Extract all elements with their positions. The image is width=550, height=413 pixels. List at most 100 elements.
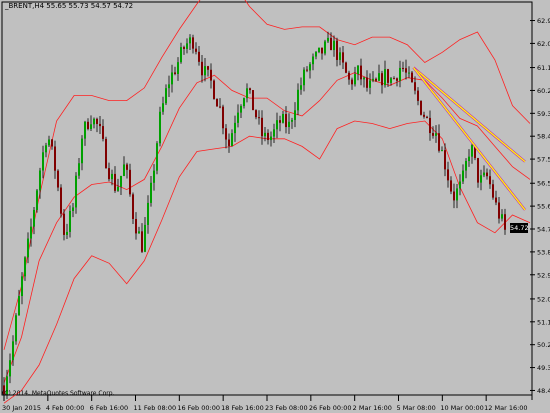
candle-body [21,276,23,297]
candle-body [111,173,113,180]
chart-header: _BRENT,H4 55.65 55.73 54.57 54.72 [5,2,133,10]
candle-body [255,110,257,118]
chart-window[interactable]: 62.95 62.05 61.10 60.20 59.30 58.40 57.50 56.55… [0,0,550,413]
candle-body [102,126,104,139]
candle-body [441,150,443,152]
candle-body [243,98,245,107]
candle-body [459,181,461,189]
candle-body [150,182,152,203]
price-tick-label: 48.40 [537,387,550,395]
plot-frame [1,1,533,396]
candle-body [435,133,437,136]
candle-body [87,121,89,129]
candle-body [63,213,65,235]
candle-body [192,37,194,49]
bollinger-middle [3,72,531,383]
candle-body [378,73,380,81]
time-tick-label: 10 Mar 00:00 [440,404,483,412]
candle-body [330,37,332,51]
candle-body [126,164,128,170]
candle-body [465,161,467,171]
candle-body [357,65,359,75]
time-tick-label: 11 Feb 08:00 [134,404,177,412]
candle-body [270,136,272,141]
candle-body [219,106,221,108]
candle-body [96,118,98,124]
candle-body [285,114,287,128]
candle-body [381,73,383,86]
bollinger-bands [3,0,531,404]
candle-body [207,66,209,70]
time-tick-label: 2 Mar 16:00 [353,404,392,412]
candle-body [138,231,140,234]
candle-body [453,191,455,201]
candle-body [9,360,11,377]
candle-body [312,56,314,65]
candle-body [135,218,137,234]
price-tick-label: 62.95 [537,17,550,25]
candle-body [447,169,449,181]
candle-body [462,170,464,182]
time-scale: 30 Jan 2015 4 Feb 00:00 6 Feb 16:00 11 Feb … [2,395,528,412]
candle-body [120,175,122,187]
time-tick-label: 12 Mar 16:00 [484,404,527,412]
candle-body [18,296,20,316]
candle-body [117,186,119,191]
candle-body [72,207,74,211]
candle-body [294,110,296,120]
candle-body [168,84,170,89]
candle-body [333,40,335,51]
candle-body [426,116,428,118]
candle-body [393,78,395,80]
candle-body [423,114,425,117]
candle-body [33,209,35,227]
candle-body [375,78,377,81]
candle-body [399,67,401,81]
candle-body [60,187,62,214]
time-tick-label: 18 Feb 16:00 [221,404,264,412]
candle-body [369,80,371,88]
candle-body [54,146,56,171]
candle-body [204,66,206,76]
price-tick-label: 51.10 [537,318,550,326]
candle-body [180,47,182,63]
candle-body [213,80,215,99]
candle-body [45,145,47,153]
candle-body [261,117,263,137]
candle-body [288,121,290,128]
candle-body [345,62,347,73]
candle-body [123,164,125,176]
candle-body [78,163,80,176]
candle-body [405,68,407,73]
candle-body [144,224,146,252]
candle-body [249,88,251,91]
candle-body [84,121,86,139]
candle-body [201,61,203,76]
price-tick-label: 60.20 [537,87,550,95]
ohlc-values: 55.65 55.73 54.57 54.72 [46,2,134,10]
price-chart[interactable]: 62.95 62.05 61.10 60.20 59.30 58.40 57.50 56.55… [0,0,550,413]
candle-body [174,72,176,74]
candle-body [498,202,500,219]
candle-body [354,74,356,85]
time-tick-label: 5 Mar 08:00 [397,404,436,412]
candle-body [309,64,311,71]
candle-body [246,88,248,99]
symbol-label: _BRENT,H4 [5,2,45,10]
candle-body [57,170,59,188]
candle-body [75,175,77,208]
candle-body [414,82,416,91]
price-tick-label: 59.30 [537,110,550,118]
candle-body [132,194,134,219]
candle-body [489,176,491,185]
candle-body [411,72,413,83]
candle-body [12,341,14,361]
candle-body [408,72,410,74]
candle-body [171,72,173,85]
bollinger-upper [3,0,531,350]
candle-body [225,128,227,140]
candle-body [252,90,254,111]
candle-body [240,106,242,113]
candle-body [153,170,155,183]
candle-body [264,132,266,137]
